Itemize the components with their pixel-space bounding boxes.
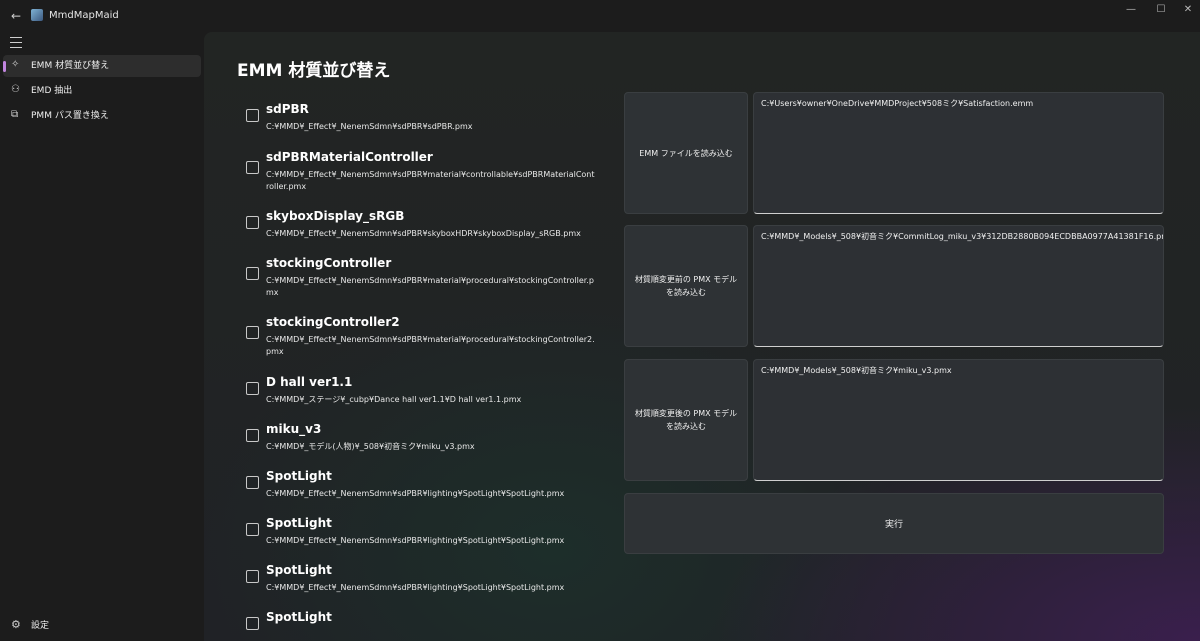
- item-checkbox[interactable]: [246, 476, 259, 489]
- load-before-pmx-button[interactable]: 材質順変更前の PMX モデルを読み込む: [624, 225, 748, 347]
- item-title: stockingController: [266, 256, 392, 270]
- close-button[interactable]: ✕: [1165, 0, 1200, 32]
- load-emm-button[interactable]: EMM ファイルを読み込む: [624, 92, 748, 214]
- item-checkbox[interactable]: [246, 429, 259, 442]
- item-checkbox[interactable]: [246, 523, 259, 536]
- item-path: C:¥MMD¥_Effect¥_NenemSdmn¥sdPBR¥material…: [266, 170, 595, 191]
- after-pmx-path-field[interactable]: C:¥MMD¥_Models¥_508¥初音ミク¥miku_v3.pmx: [753, 359, 1164, 481]
- nav-item-emm-reorder[interactable]: ✧ EMM 材質並び替え: [3, 55, 201, 77]
- item-path: C:¥MMD¥_Effect¥_NenemSdmn¥sdPBR¥material…: [266, 335, 595, 356]
- selection-indicator: [3, 61, 6, 72]
- item-checkbox[interactable]: [246, 326, 259, 339]
- item-path: C:¥MMD¥_Effect¥_NenemSdmn¥sdPBR¥sdPBR.pm…: [266, 122, 473, 131]
- load-after-pmx-button[interactable]: 材質順変更後の PMX モデルを読み込む: [624, 359, 748, 481]
- copy-icon: ⧉: [11, 109, 19, 120]
- item-checkbox[interactable]: [246, 267, 259, 280]
- sparkle-icon: ✧: [11, 59, 20, 70]
- item-checkbox[interactable]: [246, 382, 259, 395]
- item-title: SpotLight: [266, 563, 332, 577]
- item-checkbox[interactable]: [246, 617, 259, 630]
- item-title: SpotLight: [266, 516, 332, 530]
- settings-label: 設定: [31, 621, 50, 631]
- app-title: MmdMapMaid: [49, 10, 119, 21]
- emm-path-field[interactable]: C:¥Users¥owner¥OneDrive¥MMDProject¥508ミク…: [753, 92, 1164, 214]
- item-title: sdPBR: [266, 102, 309, 116]
- item-title: miku_v3: [266, 422, 322, 436]
- item-path: C:¥MMD¥_Effect¥_NenemSdmn¥sdPBR¥lighting…: [266, 489, 565, 498]
- item-title: D hall ver1.1: [266, 375, 353, 389]
- item-path: C:¥MMD¥_Effect¥_NenemSdmn¥sdPBR¥skyboxHD…: [266, 229, 581, 238]
- item-path: C:¥MMD¥_モデル(人物)¥_508¥初音ミク¥miku_v3.pmx: [266, 442, 475, 451]
- page-title: EMM 材質並び替え: [237, 61, 391, 81]
- item-path: C:¥MMD¥_ステージ¥_cubp¥Dance hall ver1.1¥D h…: [266, 395, 522, 404]
- nav-item-pmm-path-replace[interactable]: ⧉ PMM パス置き換え: [3, 105, 201, 127]
- hamburger-menu-icon[interactable]: [8, 33, 24, 49]
- item-title: stockingController2: [266, 315, 400, 329]
- item-title: SpotLight: [266, 610, 332, 624]
- item-path: C:¥MMD¥_Effect¥_NenemSdmn¥sdPBR¥material…: [266, 276, 594, 297]
- nav-item-settings[interactable]: ⚙ 設定: [3, 615, 201, 637]
- back-arrow-icon[interactable]: ←: [9, 9, 23, 23]
- item-path: C:¥MMD¥_Effect¥_NenemSdmn¥sdPBR¥lighting…: [266, 583, 565, 592]
- nav-item-label: PMM パス置き換え: [31, 111, 109, 121]
- item-checkbox[interactable]: [246, 109, 259, 122]
- item-title: SpotLight: [266, 469, 332, 483]
- item-checkbox[interactable]: [246, 570, 259, 583]
- item-checkbox[interactable]: [246, 161, 259, 174]
- item-title: sdPBRMaterialController: [266, 150, 433, 164]
- nav-item-label: EMD 抽出: [31, 86, 73, 96]
- title-bar: ← MmdMapMaid — ☐ ✕: [0, 0, 1200, 32]
- nav-item-emd-extract[interactable]: ⚇ EMD 抽出: [3, 80, 201, 102]
- people-icon: ⚇: [11, 84, 20, 95]
- item-path: C:¥MMD¥_Effect¥_NenemSdmn¥sdPBR¥lighting…: [266, 536, 565, 545]
- gear-icon: ⚙: [11, 618, 21, 631]
- item-title: skyboxDisplay_sRGB: [266, 209, 405, 223]
- main-content: EMM 材質並び替え sdPBR C:¥MMD¥_Effect¥_NenemSd…: [204, 32, 1200, 641]
- app-logo-icon: [31, 9, 43, 21]
- run-button[interactable]: 実行: [624, 493, 1164, 554]
- before-pmx-path-field[interactable]: C:¥MMD¥_Models¥_508¥初音ミク¥CommitLog_miku_…: [753, 225, 1164, 347]
- nav-item-label: EMM 材質並び替え: [31, 61, 110, 71]
- item-checkbox[interactable]: [246, 216, 259, 229]
